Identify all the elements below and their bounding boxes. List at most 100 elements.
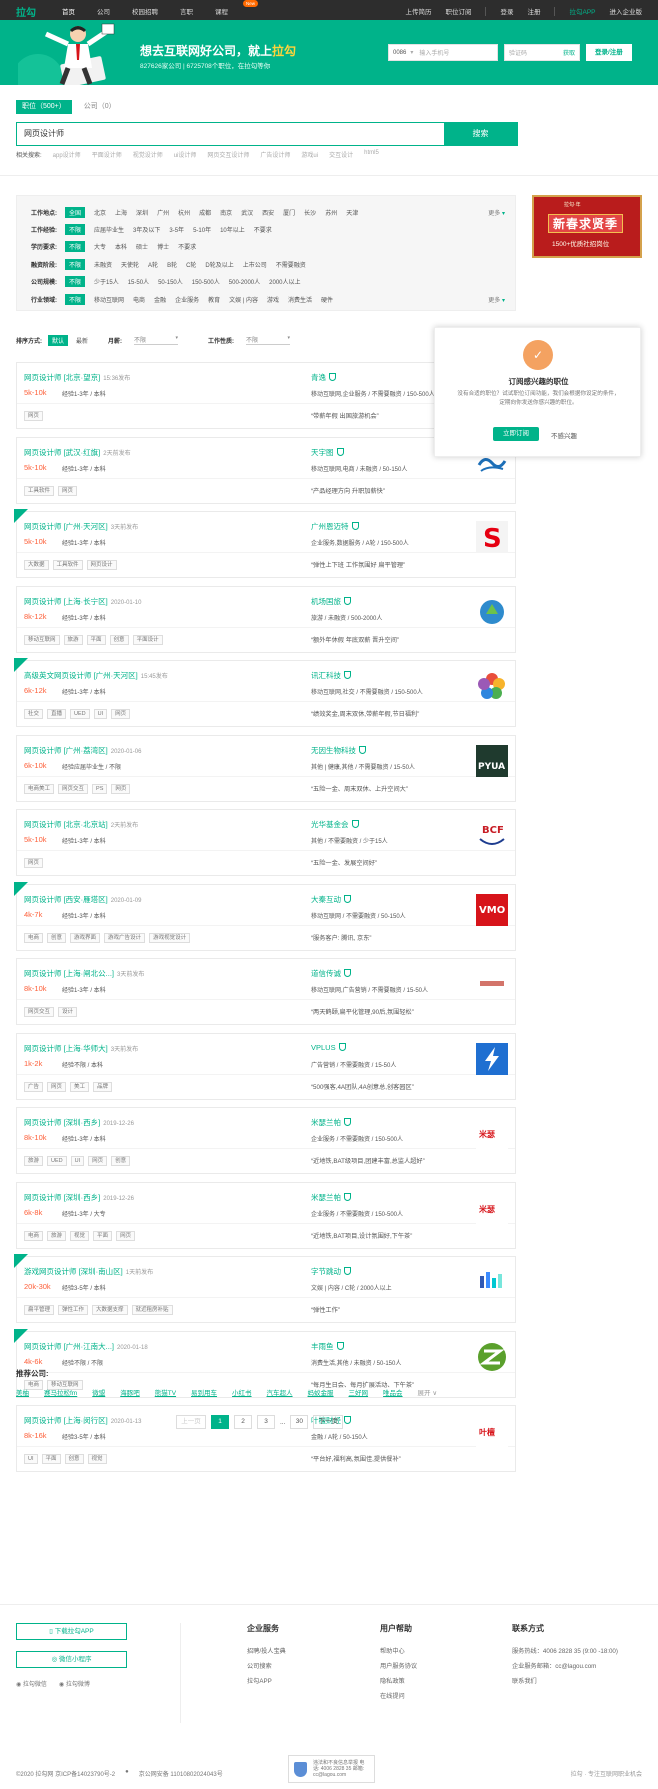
company-logo[interactable]: S [476,521,508,553]
company-link[interactable]: 大秦互动 [311,894,351,905]
related-link[interactable]: app设计师 [53,150,81,159]
company-logo[interactable] [476,670,508,702]
company-link[interactable]: 天宇图 [311,447,344,458]
filter-option[interactable]: 未融资 [94,260,112,269]
job-card[interactable]: 网页设计师 [北京·北京站] 2天前发布 5k-10k 经验1-3年 / 本科 光华基金… [16,809,516,876]
company-logo[interactable] [476,1042,508,1075]
filter-option[interactable]: 硬件 [321,295,333,304]
footer-link[interactable]: 在线提问 [380,1691,417,1700]
sort-default[interactable]: 默认 [48,334,69,346]
filter-option[interactable]: 不限 [65,258,86,270]
company-link[interactable]: 无因生物科技 [311,745,366,756]
nav-campus[interactable]: 校园招聘 [132,6,158,16]
filter-option[interactable]: 150-500人 [192,277,220,286]
filter-option[interactable]: 不限 [65,223,86,235]
filter-option[interactable]: 不需要融资 [276,260,306,269]
search-button[interactable]: 搜索 [444,123,517,145]
recommend-company-link[interactable]: 微盟 [92,1387,105,1397]
filter-option[interactable]: 不限 [65,240,86,252]
company-logo[interactable]: 叶檀 [476,1415,508,1447]
filter-option[interactable]: 50-150人 [158,277,183,286]
recommend-company-link[interactable]: 美柚 [16,1387,29,1397]
related-link[interactable]: 视觉设计师 [133,150,163,159]
job-title-link[interactable]: 网页设计师 [上海·长宁区] 2020-01-10 [24,596,141,607]
filter-option[interactable]: 消费生活 [288,295,312,304]
contact-us-link[interactable]: 联系我们 [512,1676,618,1685]
filter-option[interactable]: 硕士 [136,242,148,251]
filter-option[interactable]: 厦门 [283,208,295,217]
job-card[interactable]: 高级英文网页设计师 [广州·天河区] 15:45发布 6k-12k 经验1-3年 / … [14,658,516,727]
filter-option[interactable]: 游戏 [267,295,279,304]
filter-option[interactable]: 不要求 [178,242,196,251]
job-title-link[interactable]: 网页设计师 [广州·荔湾区] 2020-01-06 [24,745,141,756]
filter-option[interactable]: 武汉 [241,208,253,217]
filter-option[interactable]: 3-5年 [169,225,184,234]
filter-option[interactable]: 全国 [65,206,86,218]
company-logo[interactable] [476,968,508,1000]
filter-more-toggle[interactable]: 更多 ▾ [488,295,505,304]
company-link[interactable]: 米瑟兰帕 [311,1117,351,1128]
related-link[interactable]: html5 [364,150,379,159]
phone-field[interactable]: 0086 ▾ 输入手机号 [388,44,498,61]
job-title-link[interactable]: 网页设计师 [广州·江南大...] 2020-01-18 [24,1341,148,1352]
filter-option[interactable]: 3年及以下 [133,225,160,234]
filter-option[interactable]: 长沙 [304,208,316,217]
subscribe-button[interactable]: 立即订阅 [493,427,539,441]
not-interested-button[interactable]: 不感兴趣 [551,430,577,440]
login-register-button[interactable]: 登录/注册 [586,44,632,61]
filter-option[interactable]: 5-10年 [193,225,211,234]
company-link[interactable]: 米瑟兰帕 [311,1192,351,1203]
filter-option[interactable]: B轮 [167,260,177,269]
tab-companies[interactable]: 公司（0） [78,100,122,114]
sort-latest[interactable]: 最新 [76,336,88,345]
job-title-link[interactable]: 网页设计师 [广州·天河区] 3天前发布 [24,521,138,532]
job-card[interactable]: 游戏网页设计师 [深圳·南山区] 1天前发布 20k-30k 经验3-5年 / 本科 字… [14,1254,516,1323]
footer-link[interactable]: 用户服务协议 [380,1661,417,1670]
next-page-button[interactable]: 下一页 [313,1415,344,1429]
filter-option[interactable]: 15-50人 [128,277,149,286]
recommend-company-link[interactable]: 蚂蚁金服 [308,1387,334,1397]
new-year-recruitment-ad[interactable]: 拉勾·年 新春求贤季 1500+优质社招岗位 [532,195,642,258]
company-logo[interactable] [476,596,508,628]
job-card[interactable]: 网页设计师 [广州·天河区] 3天前发布 5k-10k 经验1-3年 / 本科 广州恩迈… [14,509,516,578]
upload-resume-link[interactable]: 上传简历 [405,6,431,16]
get-code-button[interactable]: 获取 [563,48,575,57]
filter-option[interactable]: 西安 [262,208,274,217]
weibo-link[interactable]: ◉ 拉勾微博 [59,1679,90,1688]
filter-option[interactable]: 天使轮 [121,260,139,269]
company-logo[interactable]: 米瑟 [476,1117,508,1149]
company-link[interactable]: 广州恩迈特 [311,521,359,532]
footer-link[interactable]: 公司搜索 [247,1661,286,1670]
company-logo[interactable] [476,1341,508,1373]
nav-company[interactable]: 公司 [97,6,110,16]
job-title-link[interactable]: 网页设计师 [深圳·西乡] 2019-12-26 [24,1117,134,1128]
filter-option[interactable]: C轮 [186,260,196,269]
filter-option[interactable]: 广州 [157,208,169,217]
company-logo[interactable]: PYUA [476,744,508,777]
recommend-company-link[interactable]: 易到用车 [191,1387,217,1397]
filter-option[interactable]: 金融 [154,295,166,304]
recommend-company-link[interactable]: 唯品会 [383,1387,403,1397]
recommend-company-link[interactable]: 海豚吧 [120,1387,140,1397]
filter-option[interactable]: 上海 [115,208,127,217]
job-card[interactable]: 网页设计师 [广州·荔湾区] 2020-01-06 6k-10k 经验应届毕业生 / … [16,734,516,802]
company-link[interactable]: 道信传诚 [311,968,351,979]
site-logo[interactable]: 拉勾 [16,4,36,19]
company-link[interactable]: 字节跳动 [311,1266,351,1277]
filter-option[interactable]: 应届毕业生 [94,225,124,234]
nature-select[interactable]: 不限 [246,335,290,345]
company-link[interactable]: 机场国旅 [311,596,351,607]
related-link[interactable]: ui设计师 [174,150,197,159]
filter-option[interactable]: 苏州 [325,208,337,217]
job-card[interactable]: 网页设计师 [深圳·西乡] 2019-12-26 8k-10k 经验1-3年 / 本科… [16,1107,516,1174]
filter-option[interactable]: 杭州 [178,208,190,217]
page-button[interactable]: 1 [211,1415,229,1429]
job-card[interactable]: 网页设计师 [深圳·西乡] 2019-12-26 6k-8k 经验1-3年 / 大专 米… [16,1181,516,1249]
lagou-app-link[interactable]: 拉勾APP [569,6,595,16]
company-link[interactable]: 丰雨鱼 [311,1341,344,1352]
wechat-link[interactable]: ◉ 拉勾微信 [16,1679,47,1688]
nav-home[interactable]: 首页 [62,6,75,16]
filter-option[interactable]: D轮及以上 [205,260,233,269]
filter-option[interactable]: 成都 [199,208,211,217]
expand-toggle[interactable]: 展开 ∨ [418,1387,438,1397]
